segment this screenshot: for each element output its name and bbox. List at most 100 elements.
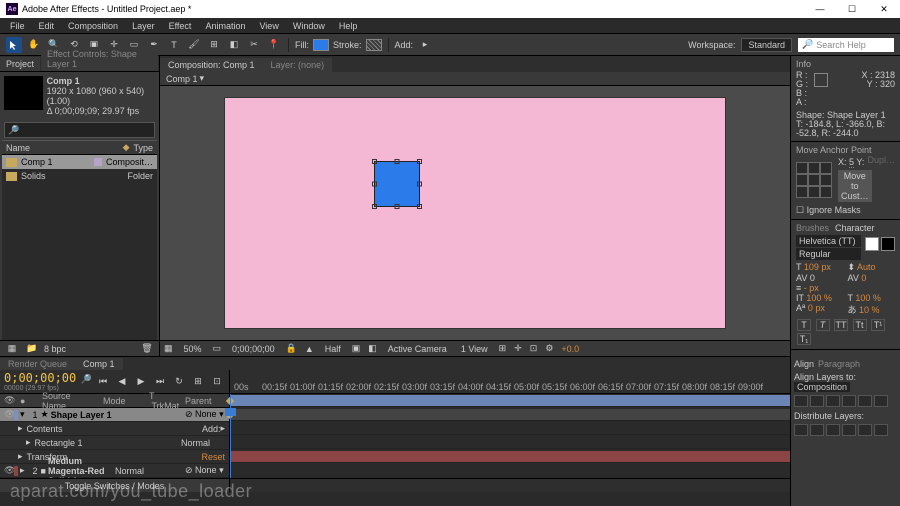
playhead[interactable] bbox=[230, 394, 231, 478]
project-tab[interactable]: Project bbox=[0, 57, 40, 71]
resize-handle[interactable] bbox=[417, 204, 422, 209]
tracking-input[interactable]: 0 bbox=[861, 273, 866, 283]
render-queue-tab[interactable]: Render Queue bbox=[0, 358, 75, 370]
viewer-icon[interactable]: ⚙ bbox=[545, 343, 553, 354]
align-right-button[interactable] bbox=[826, 395, 840, 407]
font-size-input[interactable]: 109 px bbox=[804, 262, 831, 272]
leading-input[interactable]: Auto bbox=[857, 262, 876, 272]
viewer-icon[interactable]: ▲ bbox=[305, 344, 314, 354]
tsume-input[interactable]: 10 % bbox=[859, 305, 880, 315]
viewer-icon[interactable]: ⊞ bbox=[499, 343, 507, 354]
text-stroke-swatch[interactable] bbox=[881, 237, 895, 251]
minimize-button[interactable]: — bbox=[810, 4, 830, 14]
stroke-color-swatch[interactable] bbox=[366, 39, 382, 51]
layer-bar-shape1[interactable] bbox=[230, 395, 880, 406]
layer-rectangle1[interactable]: ▸ Rectangle 1 Normal bbox=[0, 436, 229, 450]
align-left-button[interactable] bbox=[794, 395, 808, 407]
effect-controls-tab[interactable]: Effect Controls: Shape Layer 1 bbox=[41, 47, 158, 71]
ignore-masks-checkbox[interactable]: ☐ bbox=[796, 205, 804, 215]
expand-icon[interactable]: ▸ bbox=[20, 465, 25, 476]
tree-item-comp1[interactable]: Comp 1 Composit… bbox=[2, 155, 157, 169]
anchor-grid[interactable] bbox=[796, 162, 832, 198]
workspace-dropdown[interactable]: Standard bbox=[741, 38, 792, 52]
project-search-input[interactable] bbox=[22, 125, 151, 135]
menu-composition[interactable]: Composition bbox=[62, 20, 124, 32]
composition-tab[interactable]: Composition: Comp 1 bbox=[160, 58, 263, 72]
layer-bar-solid[interactable] bbox=[230, 451, 880, 462]
timeline-comp-tab[interactable]: Comp 1 bbox=[75, 358, 123, 370]
viewer-icon[interactable]: ✛ bbox=[514, 343, 522, 354]
col-name[interactable]: Name bbox=[6, 143, 123, 153]
layer-label[interactable] bbox=[14, 466, 18, 476]
viewer-icon[interactable]: ⊡ bbox=[530, 343, 538, 354]
layer-solid[interactable]: 👁 ▸ 2 ■ Medium Magenta-Red Solid 1 Norma… bbox=[0, 464, 229, 478]
bpc-toggle[interactable]: 8 bpc bbox=[44, 344, 66, 354]
time-display[interactable]: 0;00;00;00 bbox=[229, 344, 278, 354]
eye-icon[interactable]: 👁 bbox=[4, 409, 14, 420]
col-label-icon[interactable]: ◆ bbox=[123, 142, 130, 153]
timeline-btn[interactable]: ▶ bbox=[133, 374, 149, 390]
dist-button[interactable] bbox=[826, 424, 840, 436]
layer-bar-contents[interactable] bbox=[230, 409, 880, 420]
resize-handle[interactable] bbox=[395, 159, 400, 164]
add-dropdown[interactable]: ▸ bbox=[417, 37, 433, 53]
style-dropdown[interactable]: Regular bbox=[796, 248, 861, 260]
kerning-input[interactable]: 0 bbox=[810, 273, 815, 283]
composition-canvas[interactable] bbox=[225, 98, 725, 328]
close-button[interactable]: ✕ bbox=[874, 4, 894, 15]
timeline-btn[interactable]: ⊞ bbox=[190, 374, 206, 390]
menu-animation[interactable]: Animation bbox=[199, 20, 251, 32]
resize-handle[interactable] bbox=[372, 204, 377, 209]
align-vcenter-button[interactable] bbox=[858, 395, 872, 407]
hscale-input[interactable]: 100 % bbox=[855, 293, 881, 303]
maximize-button[interactable]: ☐ bbox=[842, 4, 862, 15]
composition-viewport[interactable] bbox=[160, 86, 790, 340]
delete-icon[interactable]: 🗑 bbox=[139, 341, 155, 357]
vscale-input[interactable]: 100 % bbox=[806, 293, 832, 303]
layer-label[interactable] bbox=[14, 410, 18, 420]
timeline-btn[interactable]: ↻ bbox=[171, 374, 187, 390]
text-fill-swatch[interactable] bbox=[865, 237, 879, 251]
layer-tab[interactable]: Layer: (none) bbox=[263, 58, 333, 72]
menu-help[interactable]: Help bbox=[333, 20, 364, 32]
caps-button[interactable]: TT bbox=[834, 319, 848, 331]
menu-effect[interactable]: Effect bbox=[163, 20, 198, 32]
menu-layer[interactable]: Layer bbox=[126, 20, 161, 32]
resolution-dropdown[interactable]: Half bbox=[322, 344, 344, 354]
timeline-btn[interactable]: ⏮ bbox=[95, 374, 111, 390]
stroke-width-input[interactable]: - px bbox=[804, 283, 819, 293]
menu-edit[interactable]: Edit bbox=[33, 20, 61, 32]
expand-icon[interactable]: ▸ bbox=[18, 451, 23, 462]
italic-button[interactable]: T bbox=[816, 319, 830, 331]
reset-link[interactable]: Reset bbox=[201, 452, 225, 462]
resize-handle[interactable] bbox=[395, 204, 400, 209]
expand-icon[interactable]: ▸ bbox=[26, 437, 31, 448]
comp-sub-name[interactable]: Comp 1 bbox=[166, 74, 198, 84]
bold-button[interactable]: T bbox=[797, 319, 811, 331]
dist-button[interactable] bbox=[810, 424, 824, 436]
col-type[interactable]: Type bbox=[133, 143, 153, 153]
smallcaps-button[interactable]: Tt bbox=[853, 319, 867, 331]
expand-icon[interactable]: ▸ bbox=[18, 423, 23, 434]
layer-shape1[interactable]: 👁 ▾ 1 ★ Shape Layer 1 ⊘ None ▾ bbox=[0, 408, 229, 422]
resize-handle[interactable] bbox=[417, 159, 422, 164]
search-icon[interactable]: 🔎 bbox=[81, 374, 92, 390]
fill-color-swatch[interactable] bbox=[313, 39, 329, 51]
zoom-dropdown[interactable]: 50% bbox=[181, 344, 205, 354]
eraser-tool[interactable]: ◧ bbox=[226, 37, 242, 53]
project-search[interactable]: 🔎 bbox=[4, 122, 155, 138]
viewer-icon[interactable]: ◧ bbox=[368, 343, 377, 354]
composition-thumbnail[interactable] bbox=[4, 76, 43, 110]
align-hcenter-button[interactable] bbox=[810, 395, 824, 407]
selection-tool[interactable] bbox=[6, 37, 22, 53]
search-help-input[interactable]: 🔎 Search Help bbox=[798, 38, 894, 52]
viewer-icon[interactable]: 🔒 bbox=[286, 343, 297, 354]
timeline-btn[interactable]: ⏭ bbox=[152, 374, 168, 390]
mode-col[interactable]: Mode bbox=[103, 396, 143, 406]
interpret-footage-icon[interactable]: ▦ bbox=[4, 341, 20, 357]
grid-icon[interactable]: ▦ bbox=[164, 343, 173, 354]
viewer-icon[interactable]: ▭ bbox=[213, 343, 222, 354]
anchor-x-input[interactable]: 5 bbox=[849, 157, 854, 168]
resize-handle[interactable] bbox=[372, 182, 377, 187]
dist-button[interactable] bbox=[858, 424, 872, 436]
